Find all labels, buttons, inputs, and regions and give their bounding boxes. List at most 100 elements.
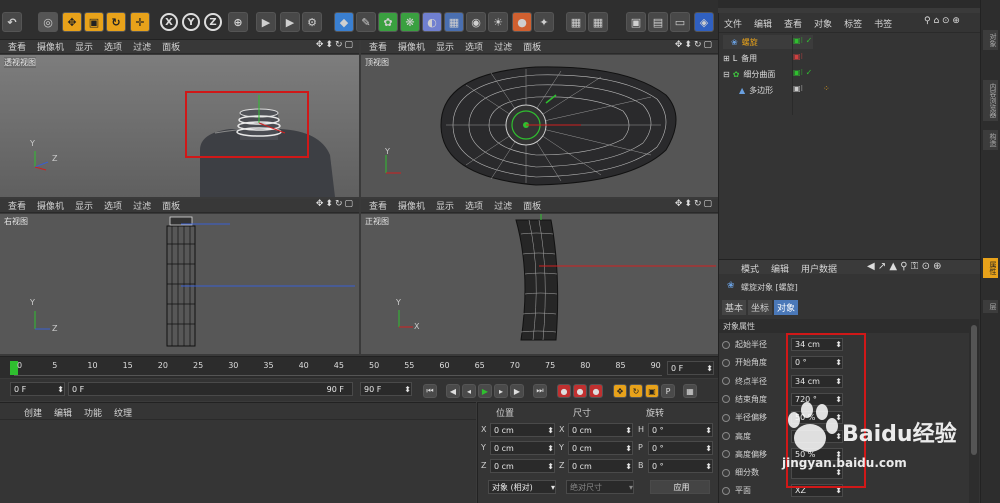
play-icon[interactable]: ▶	[478, 384, 492, 398]
key-scale-icon[interactable]: ▣	[645, 384, 659, 398]
viewport-menu-camera[interactable]: 摄像机	[398, 199, 425, 212]
end-frame-field[interactable]: 90 F ⬍	[360, 382, 412, 396]
om-menu-tag[interactable]: 标签	[844, 17, 862, 30]
key-position-icon[interactable]: ✥	[613, 384, 627, 398]
deformer-icon[interactable]: ◐	[422, 12, 442, 32]
size-field[interactable]: 0 cm ⬍	[568, 441, 633, 455]
viewport-menu-display[interactable]: 显示	[75, 199, 93, 212]
side-tab[interactable]: 对象	[983, 30, 998, 50]
render-view-icon[interactable]: ▶	[256, 12, 276, 32]
attr-menu-edit[interactable]: 编辑	[771, 262, 789, 275]
next-frame-icon[interactable]: ▸	[494, 384, 508, 398]
scale-icon[interactable]: ▣	[84, 12, 104, 32]
right-viewport[interactable]: 右视图	[0, 214, 359, 354]
current-frame-field[interactable]: 0 F ⬍	[667, 361, 714, 375]
position-field[interactable]: 0 cm ⬍	[490, 459, 555, 473]
viewport-menu-display[interactable]: 显示	[75, 40, 93, 53]
viewport-menu-display[interactable]: 显示	[436, 40, 454, 53]
realflow-icon[interactable]: ✦	[534, 12, 554, 32]
expand-icon[interactable]: ⊞	[723, 54, 730, 63]
viewport-menu-filter[interactable]: 过滤	[133, 40, 151, 53]
attr-nav-icons[interactable]: ◀ ↗ ▲ ⚲ ⚿ ⊙ ⊕	[867, 261, 942, 272]
pen-icon[interactable]: ✎	[356, 12, 376, 32]
animate-dot-icon[interactable]	[722, 413, 730, 422]
rotation-field[interactable]: 0 ° ⬍	[648, 441, 713, 455]
viewport-menu-options[interactable]: 选项	[465, 40, 483, 53]
viewport-menu-panel[interactable]: 面板	[523, 40, 541, 53]
attr-tab-coord[interactable]: 坐标	[748, 300, 773, 315]
animate-dot-icon[interactable]	[722, 395, 730, 404]
rotation-field[interactable]: 0 ° ⬍	[648, 423, 713, 437]
cube-icon[interactable]: ◆	[334, 12, 354, 32]
animate-dot-icon[interactable]	[722, 340, 730, 349]
attr-tab-basic[interactable]: 基本	[722, 300, 747, 315]
attr-scrollbar[interactable]	[969, 319, 979, 503]
coord-mode-select[interactable]: 对象 (相对) ▾	[488, 480, 556, 494]
frame-range-slider[interactable]: 0 F 90 F	[68, 382, 353, 396]
side-tab[interactable]: 层	[983, 300, 998, 313]
visibility-flags[interactable]: ▣⁝ ✓	[793, 36, 812, 45]
timeline[interactable]	[0, 356, 718, 378]
attr-tab-object[interactable]: 对象	[774, 300, 799, 315]
x-axis-button[interactable]: X	[160, 13, 178, 31]
auto-key-icon[interactable]: ●	[573, 384, 587, 398]
viewport-menu-filter[interactable]: 过滤	[494, 199, 512, 212]
material-menu-texture[interactable]: 纹理	[114, 406, 132, 419]
visibility-flags[interactable]: ▣⁝	[793, 52, 803, 61]
viewport-menu-filter[interactable]: 过滤	[133, 199, 151, 212]
viewport-nav-icons[interactable]: ✥⬍↻▢	[675, 199, 714, 209]
animate-dot-icon[interactable]	[722, 468, 730, 477]
om-menu-file[interactable]: 文件	[724, 17, 742, 30]
animate-dot-icon[interactable]	[722, 450, 730, 459]
snap-grid-icon[interactable]: ▦	[588, 12, 608, 32]
start-frame-field[interactable]: 0 F ⬍	[10, 382, 65, 396]
key-param-icon[interactable]: P	[661, 384, 675, 398]
animate-dot-icon[interactable]	[722, 377, 730, 386]
viewport-menu-panel[interactable]: 面板	[162, 40, 180, 53]
z-axis-button[interactable]: Z	[204, 13, 222, 31]
xparticles-icon[interactable]: ●	[512, 12, 532, 32]
viewport-nav-icons[interactable]: ✥⬍↻▢	[316, 199, 355, 209]
material-menu-function[interactable]: 功能	[84, 406, 102, 419]
subdivision-icon[interactable]: ✿	[378, 12, 398, 32]
phong-tag-icon[interactable]: ⁘	[823, 84, 830, 93]
timeline-window-icon[interactable]: ▦	[683, 384, 697, 398]
grid-icon[interactable]: ▦	[566, 12, 586, 32]
viewport-menu-options[interactable]: 选项	[104, 199, 122, 212]
om-search-icon[interactable]: ⚲ ⌂ ⊙ ⊕	[924, 16, 960, 26]
object-row-backup[interactable]: ⊞ L 备用	[723, 51, 757, 65]
viewport-menu-panel[interactable]: 面板	[162, 199, 180, 212]
viewport-menu-display[interactable]: 显示	[436, 199, 454, 212]
goto-end-icon[interactable]: ⏭	[533, 384, 547, 398]
animate-dot-icon[interactable]	[722, 358, 730, 367]
viewport-menu-view[interactable]: 查看	[8, 40, 26, 53]
apply-button[interactable]: 应用	[650, 480, 710, 494]
coordinate-system-icon[interactable]: ⊕	[228, 12, 248, 32]
window-icon[interactable]: ▭	[670, 12, 690, 32]
editor-icon[interactable]: ▤	[648, 12, 668, 32]
perspective-viewport[interactable]: 透视视图	[0, 55, 359, 197]
prev-frame-icon[interactable]: ◂	[462, 384, 476, 398]
om-menu-bookmark[interactable]: 书签	[874, 17, 892, 30]
material-menu-edit[interactable]: 编辑	[54, 406, 72, 419]
viewport-menu-options[interactable]: 选项	[104, 40, 122, 53]
add-icon[interactable]: ✛	[130, 12, 150, 32]
viewport-menu-view[interactable]: 查看	[8, 199, 26, 212]
render-settings-icon[interactable]: ⚙	[302, 12, 322, 32]
floor-icon[interactable]: ▦	[444, 12, 464, 32]
rotation-field[interactable]: 0 ° ⬍	[648, 459, 713, 473]
position-field[interactable]: 0 cm ⬍	[490, 441, 555, 455]
key-rotation-icon[interactable]: ↻	[629, 384, 643, 398]
layout-icon[interactable]: ▣	[626, 12, 646, 32]
object-row-subdivision[interactable]: ⊟ ✿ 细分曲面	[723, 67, 775, 81]
keyframe-selection-icon[interactable]: ●	[589, 384, 603, 398]
viewport-menu-view[interactable]: 查看	[369, 199, 387, 212]
viewport-menu-camera[interactable]: 摄像机	[37, 199, 64, 212]
viewport-nav-icons[interactable]: ✥⬍↻▢	[675, 40, 714, 50]
viewport-menu-camera[interactable]: 摄像机	[398, 40, 425, 53]
size-field[interactable]: 0 cm ⬍	[568, 459, 633, 473]
animate-dot-icon[interactable]	[722, 432, 730, 440]
animate-dot-icon[interactable]	[722, 486, 730, 495]
viewport-menu-panel[interactable]: 面板	[523, 199, 541, 212]
coord-size-select[interactable]: 绝对尺寸 ▾	[566, 480, 634, 494]
